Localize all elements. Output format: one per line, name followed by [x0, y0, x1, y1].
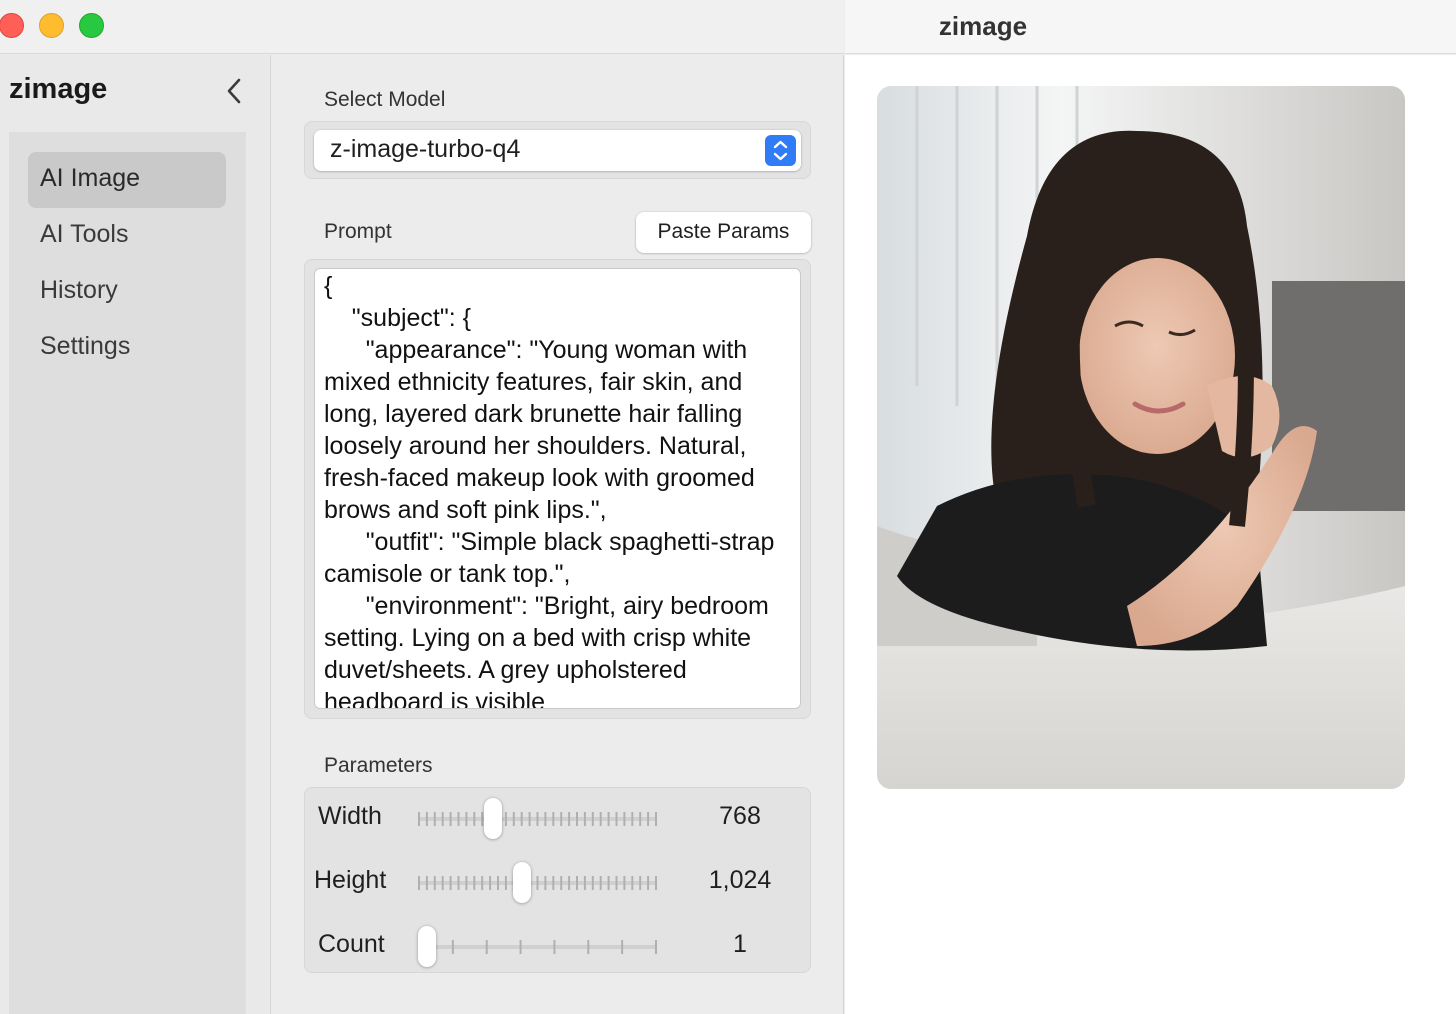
width-slider-ticks: [418, 812, 657, 826]
count-slider-ticks: [418, 940, 657, 954]
sidebar-nav: AI Image AI Tools History Settings: [9, 132, 246, 1014]
paste-params-button[interactable]: Paste Params: [636, 212, 811, 253]
count-slider-knob[interactable]: [418, 926, 436, 967]
sidebar-item-history[interactable]: History: [28, 264, 226, 320]
sidebar-item-ai-image[interactable]: AI Image: [28, 152, 226, 208]
model-section-label: Select Model: [324, 88, 446, 111]
close-window-button[interactable]: [0, 13, 24, 38]
up-down-chevron-icon[interactable]: [765, 135, 796, 166]
sidebar-title: zimage: [9, 73, 108, 105]
title-bar-left: [0, 0, 844, 54]
sidebar-item-settings[interactable]: Settings: [28, 320, 226, 376]
width-label: Width: [318, 802, 382, 830]
width-value: 768: [719, 802, 761, 830]
height-slider-ticks: [418, 876, 657, 890]
count-row: Count 1: [305, 920, 812, 970]
sidebar: zimage AI Image AI Tools History Setting…: [0, 55, 271, 1014]
chevron-left-icon: [227, 78, 241, 104]
maximize-window-button[interactable]: [79, 13, 104, 38]
model-select-value: z-image-turbo-q4: [330, 135, 521, 163]
height-label: Height: [314, 866, 387, 894]
generated-image[interactable]: [877, 86, 1405, 789]
sidebar-item-label: AI Tools: [40, 220, 129, 248]
parameters-section-label: Parameters: [324, 754, 433, 777]
prompt-group: { "subject": { "appearance": "Young woma…: [304, 259, 811, 719]
generation-form: Select Model z-image-turbo-q4 Prompt Pas…: [272, 55, 844, 1014]
count-value: 1: [733, 930, 747, 958]
model-select[interactable]: z-image-turbo-q4: [314, 130, 801, 171]
sidebar-item-ai-tools[interactable]: AI Tools: [28, 208, 226, 264]
preview-pane: [845, 55, 1456, 1014]
height-value: 1,024: [708, 866, 772, 894]
count-label: Count: [318, 930, 385, 958]
height-slider-knob[interactable]: [513, 862, 532, 903]
minimize-window-button[interactable]: [39, 13, 64, 38]
prompt-textarea[interactable]: { "subject": { "appearance": "Young woma…: [314, 268, 801, 709]
window-title: zimage: [938, 11, 1028, 41]
collapse-sidebar-button[interactable]: [221, 75, 249, 107]
prompt-section-label: Prompt: [324, 220, 392, 243]
sidebar-item-label: History: [40, 276, 118, 304]
width-slider-knob[interactable]: [484, 798, 503, 839]
parameters-group: Width 768 Height 1,024 Count 1: [304, 787, 811, 973]
title-bar: zimage: [0, 0, 1456, 54]
width-row: Width 768: [305, 792, 812, 842]
sidebar-item-label: Settings: [40, 332, 131, 360]
model-group: z-image-turbo-q4: [304, 121, 811, 179]
height-row: Height 1,024: [305, 856, 812, 906]
sidebar-item-label: AI Image: [40, 164, 141, 192]
